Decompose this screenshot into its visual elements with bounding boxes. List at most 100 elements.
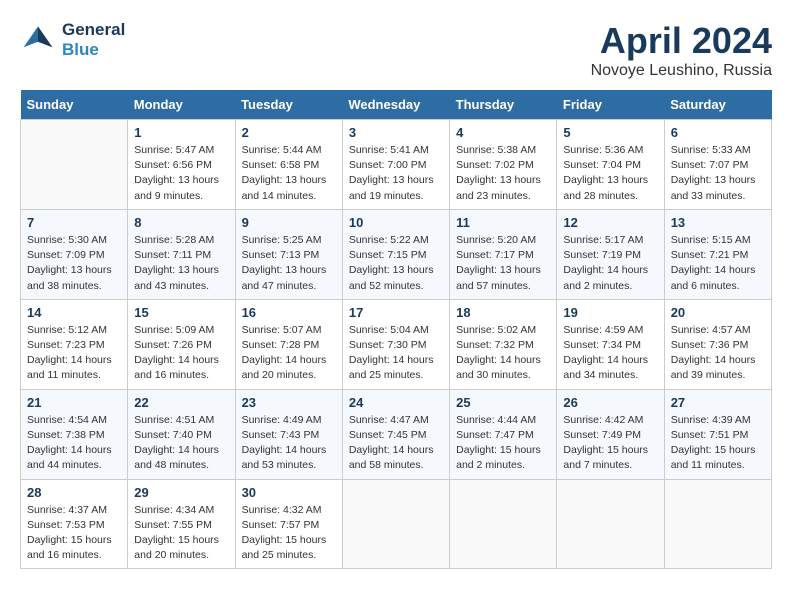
calendar-day-cell: 29Sunrise: 4:34 AM Sunset: 7:55 PM Dayli… xyxy=(128,479,235,569)
day-number: 21 xyxy=(27,395,121,410)
day-number: 3 xyxy=(349,125,443,140)
day-info: Sunrise: 4:47 AM Sunset: 7:45 PM Dayligh… xyxy=(349,413,443,474)
day-info: Sunrise: 5:44 AM Sunset: 6:58 PM Dayligh… xyxy=(242,143,336,204)
calendar-day-cell: 11 Sunrise: 5:20 AM Sunset: 7:17 PM Dayli… xyxy=(450,209,557,299)
calendar-day-cell: 12 Sunrise: 5:17 AM Sunset: 7:19 PM Dayli… xyxy=(557,209,664,299)
weekday-header-cell: Wednesday xyxy=(342,90,449,120)
day-number: 19 xyxy=(563,305,657,320)
calendar-body: 1Sunrise: 5:47 AM Sunset: 6:56 PM Daylig… xyxy=(21,120,772,569)
calendar-day-cell: 3 Sunrise: 5:41 AM Sunset: 7:00 PM Daylig… xyxy=(342,120,449,210)
day-number: 17 xyxy=(349,305,443,320)
day-number: 26 xyxy=(563,395,657,410)
calendar-day-cell xyxy=(450,479,557,569)
calendar-day-cell xyxy=(557,479,664,569)
day-number: 12 xyxy=(563,215,657,230)
day-number: 23 xyxy=(242,395,336,410)
day-number: 20 xyxy=(671,305,765,320)
day-info: Sunrise: 4:49 AM Sunset: 7:43 PM Dayligh… xyxy=(242,413,336,474)
location-title: Novoye Leushino, Russia xyxy=(591,62,772,80)
calendar-day-cell: 13Sunrise: 5:15 AM Sunset: 7:21 PM Dayli… xyxy=(664,209,771,299)
day-number: 2 xyxy=(242,125,336,140)
logo: General Blue xyxy=(20,20,125,60)
day-info: Sunrise: 4:32 AM Sunset: 7:57 PM Dayligh… xyxy=(242,503,336,564)
day-number: 25 xyxy=(456,395,550,410)
day-info: Sunrise: 4:44 AM Sunset: 7:47 PM Dayligh… xyxy=(456,413,550,474)
day-info: Sunrise: 5:33 AM Sunset: 7:07 PM Dayligh… xyxy=(671,143,765,204)
calendar-day-cell: 1Sunrise: 5:47 AM Sunset: 6:56 PM Daylig… xyxy=(128,120,235,210)
day-info: Sunrise: 5:22 AM Sunset: 7:15 PM Dayligh… xyxy=(349,233,443,294)
calendar-day-cell: 26Sunrise: 4:42 AM Sunset: 7:49 PM Dayli… xyxy=(557,389,664,479)
calendar-day-cell xyxy=(342,479,449,569)
calendar-week-row: 14Sunrise: 5:12 AM Sunset: 7:23 PM Dayli… xyxy=(21,299,772,389)
calendar-day-cell: 18Sunrise: 5:02 AM Sunset: 7:32 PM Dayli… xyxy=(450,299,557,389)
day-info: Sunrise: 5:41 AM Sunset: 7:00 PM Dayligh… xyxy=(349,143,443,204)
day-number: 13 xyxy=(671,215,765,230)
calendar-day-cell: 20 Sunrise: 4:57 AM Sunset: 7:36 PM Dayli… xyxy=(664,299,771,389)
day-info: Sunrise: 5:17 AM Sunset: 7:19 PM Dayligh… xyxy=(563,233,657,294)
day-number: 18 xyxy=(456,305,550,320)
day-info: Sunrise: 5:20 AM Sunset: 7:17 PM Dayligh… xyxy=(456,233,550,294)
day-info: Sunrise: 5:07 AM Sunset: 7:28 PM Dayligh… xyxy=(242,323,336,384)
calendar-week-row: 7 Sunrise: 5:30 AM Sunset: 7:09 PM Daylig… xyxy=(21,209,772,299)
day-info: Sunrise: 4:37 AM Sunset: 7:53 PM Dayligh… xyxy=(27,503,121,564)
calendar-day-cell: 10 Sunrise: 5:22 AM Sunset: 7:15 PM Dayli… xyxy=(342,209,449,299)
weekday-header-cell: Thursday xyxy=(450,90,557,120)
calendar-week-row: 21Sunrise: 4:54 AM Sunset: 7:38 PM Dayli… xyxy=(21,389,772,479)
calendar-day-cell: 28Sunrise: 4:37 AM Sunset: 7:53 PM Dayli… xyxy=(21,479,128,569)
day-info: Sunrise: 5:47 AM Sunset: 6:56 PM Dayligh… xyxy=(134,143,228,204)
calendar-day-cell: 15Sunrise: 5:09 AM Sunset: 7:26 PM Dayli… xyxy=(128,299,235,389)
calendar-day-cell: 23 Sunrise: 4:49 AM Sunset: 7:43 PM Dayli… xyxy=(235,389,342,479)
day-info: Sunrise: 4:51 AM Sunset: 7:40 PM Dayligh… xyxy=(134,413,228,474)
day-number: 5 xyxy=(563,125,657,140)
day-info: Sunrise: 4:39 AM Sunset: 7:51 PM Dayligh… xyxy=(671,413,765,474)
day-number: 16 xyxy=(242,305,336,320)
weekday-header-cell: Friday xyxy=(557,90,664,120)
day-info: Sunrise: 5:38 AM Sunset: 7:02 PM Dayligh… xyxy=(456,143,550,204)
calendar-day-cell: 22 Sunrise: 4:51 AM Sunset: 7:40 PM Dayli… xyxy=(128,389,235,479)
logo-text: General Blue xyxy=(62,20,125,60)
calendar-day-cell: 5 Sunrise: 5:36 AM Sunset: 7:04 PM Daylig… xyxy=(557,120,664,210)
calendar-day-cell: 30 Sunrise: 4:32 AM Sunset: 7:57 PM Dayli… xyxy=(235,479,342,569)
calendar-day-cell: 25 Sunrise: 4:44 AM Sunset: 7:47 PM Dayli… xyxy=(450,389,557,479)
day-number: 22 xyxy=(134,395,228,410)
calendar-day-cell: 8Sunrise: 5:28 AM Sunset: 7:11 PM Daylig… xyxy=(128,209,235,299)
calendar-week-row: 28Sunrise: 4:37 AM Sunset: 7:53 PM Dayli… xyxy=(21,479,772,569)
calendar-day-cell: 9 Sunrise: 5:25 AM Sunset: 7:13 PM Daylig… xyxy=(235,209,342,299)
weekday-header-cell: Sunday xyxy=(21,90,128,120)
day-number: 7 xyxy=(27,215,121,230)
weekday-header-cell: Saturday xyxy=(664,90,771,120)
day-info: Sunrise: 4:57 AM Sunset: 7:36 PM Dayligh… xyxy=(671,323,765,384)
day-info: Sunrise: 5:09 AM Sunset: 7:26 PM Dayligh… xyxy=(134,323,228,384)
calendar-day-cell xyxy=(664,479,771,569)
day-info: Sunrise: 5:36 AM Sunset: 7:04 PM Dayligh… xyxy=(563,143,657,204)
calendar-day-cell: 4 Sunrise: 5:38 AM Sunset: 7:02 PM Daylig… xyxy=(450,120,557,210)
calendar-day-cell: 7 Sunrise: 5:30 AM Sunset: 7:09 PM Daylig… xyxy=(21,209,128,299)
day-number: 8 xyxy=(134,215,228,230)
header: General Blue April 2024 Novoye Leushino,… xyxy=(20,20,772,80)
day-number: 14 xyxy=(27,305,121,320)
day-number: 10 xyxy=(349,215,443,230)
calendar-day-cell: 27 Sunrise: 4:39 AM Sunset: 7:51 PM Dayli… xyxy=(664,389,771,479)
day-info: Sunrise: 5:25 AM Sunset: 7:13 PM Dayligh… xyxy=(242,233,336,294)
calendar-table: SundayMondayTuesdayWednesdayThursdayFrid… xyxy=(20,90,772,569)
day-number: 4 xyxy=(456,125,550,140)
day-number: 9 xyxy=(242,215,336,230)
day-number: 29 xyxy=(134,485,228,500)
day-info: Sunrise: 5:30 AM Sunset: 7:09 PM Dayligh… xyxy=(27,233,121,294)
calendar-day-cell: 14Sunrise: 5:12 AM Sunset: 7:23 PM Dayli… xyxy=(21,299,128,389)
day-number: 27 xyxy=(671,395,765,410)
logo-icon xyxy=(20,22,56,58)
calendar-day-cell xyxy=(21,120,128,210)
weekday-header-cell: Monday xyxy=(128,90,235,120)
calendar-day-cell: 6 Sunrise: 5:33 AM Sunset: 7:07 PM Daylig… xyxy=(664,120,771,210)
day-info: Sunrise: 4:59 AM Sunset: 7:34 PM Dayligh… xyxy=(563,323,657,384)
calendar-day-cell: 19 Sunrise: 4:59 AM Sunset: 7:34 PM Dayli… xyxy=(557,299,664,389)
calendar-day-cell: 2 Sunrise: 5:44 AM Sunset: 6:58 PM Daylig… xyxy=(235,120,342,210)
day-number: 11 xyxy=(456,215,550,230)
weekday-header-cell: Tuesday xyxy=(235,90,342,120)
calendar-day-cell: 17Sunrise: 5:04 AM Sunset: 7:30 PM Dayli… xyxy=(342,299,449,389)
calendar-week-row: 1Sunrise: 5:47 AM Sunset: 6:56 PM Daylig… xyxy=(21,120,772,210)
day-number: 6 xyxy=(671,125,765,140)
day-number: 24 xyxy=(349,395,443,410)
day-number: 30 xyxy=(242,485,336,500)
